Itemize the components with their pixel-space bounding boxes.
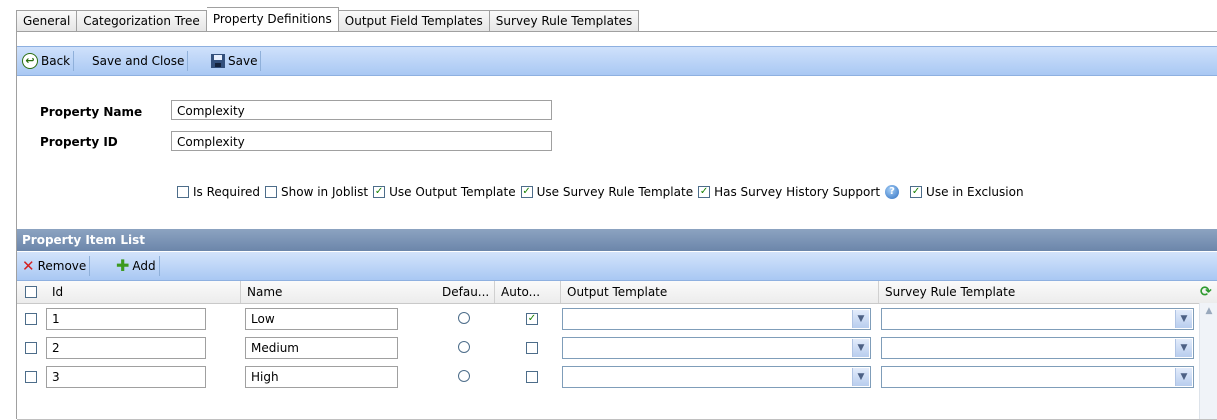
use-in-exclusion-option[interactable]: ✓ Use in Exclusion: [910, 185, 1024, 199]
use-survey-rule-template-label: Use Survey Rule Template: [536, 185, 694, 199]
remove-label: Remove: [37, 259, 87, 273]
row-auto-checkbox[interactable]: [526, 342, 538, 354]
chevron-down-icon: ▼: [852, 368, 869, 386]
show-in-joblist-label: Show in Joblist: [281, 185, 369, 199]
row-name-input[interactable]: High: [245, 366, 398, 388]
floppy-disk-icon: [211, 54, 225, 68]
column-header-id[interactable]: Id: [46, 281, 240, 303]
add-button[interactable]: ✚ Add: [113, 256, 160, 276]
row-id-input[interactable]: 3: [46, 366, 206, 388]
chevron-down-icon: ▼: [1175, 339, 1192, 357]
row-output-template-select[interactable]: ▼: [562, 337, 871, 359]
use-output-template-checkbox[interactable]: ✓: [373, 186, 386, 198]
show-in-joblist-checkbox[interactable]: [265, 186, 278, 198]
tab-survey-rule-templates[interactable]: Survey Rule Templates: [489, 10, 640, 32]
row-auto-checkbox[interactable]: [526, 371, 538, 383]
use-survey-rule-template-checkbox[interactable]: ✓: [520, 186, 533, 198]
back-label: Back: [41, 54, 71, 68]
table-row: 2 Medium ▼ ▼: [17, 334, 1197, 362]
chevron-down-icon: ▼: [1175, 310, 1192, 328]
column-header-default[interactable]: Defau...: [436, 281, 494, 303]
row-name-input[interactable]: Medium: [245, 337, 398, 359]
row-output-template-select[interactable]: ▼: [562, 308, 871, 330]
tab-property-definitions[interactable]: Property Definitions: [206, 7, 339, 32]
chevron-down-icon: ▼: [852, 310, 869, 328]
is-required-option[interactable]: Is Required: [177, 185, 260, 199]
is-required-checkbox[interactable]: [177, 186, 189, 198]
row-default-radio[interactable]: [458, 312, 470, 324]
row-select-checkbox[interactable]: [25, 313, 37, 325]
remove-button[interactable]: ✕ Remove: [19, 256, 91, 276]
tab-general[interactable]: General: [16, 10, 78, 32]
tab-output-field-templates[interactable]: Output Field Templates: [338, 10, 490, 32]
add-plus-icon: ✚: [116, 256, 130, 275]
row-select-checkbox[interactable]: [25, 342, 37, 354]
save-button[interactable]: Save: [208, 51, 262, 71]
row-survey-rule-template-select[interactable]: ▼: [881, 366, 1194, 388]
row-survey-rule-template-select[interactable]: ▼: [881, 337, 1194, 359]
row-survey-rule-template-select[interactable]: ▼: [881, 308, 1194, 330]
tab-categorization-tree[interactable]: Categorization Tree: [77, 10, 207, 32]
row-name-input[interactable]: Low: [245, 308, 398, 330]
has-survey-history-support-option[interactable]: ✓ Has Survey History Support ?: [698, 185, 905, 199]
save-and-close-label: Save and Close: [92, 54, 185, 68]
column-header-output-template[interactable]: Output Template: [560, 281, 879, 303]
item-list-toolbar: ✕ Remove ✚ Add: [17, 252, 1217, 281]
use-survey-rule-template-option[interactable]: ✓ Use Survey Rule Template: [520, 185, 694, 199]
chevron-down-icon: ▼: [1175, 368, 1192, 386]
back-arrow-icon: ↩: [22, 53, 38, 69]
use-output-template-label: Use Output Template: [389, 185, 516, 199]
chevron-down-icon: ▼: [852, 339, 869, 357]
property-item-list-header: Property Item List: [17, 229, 1217, 251]
table-row: 3 High ▼ ▼: [17, 363, 1197, 391]
refresh-icon[interactable]: ⟳: [1200, 284, 1212, 300]
use-output-template-option[interactable]: ✓ Use Output Template: [373, 185, 516, 199]
property-id-input[interactable]: Complexity: [171, 131, 552, 151]
help-icon[interactable]: ?: [885, 185, 900, 199]
save-label: Save: [228, 54, 258, 68]
property-name-label: Property Name: [40, 105, 143, 119]
property-item-grid: Id Name Defau... Auto... Output Template…: [17, 281, 1217, 420]
row-select-checkbox[interactable]: [25, 371, 37, 383]
grid-header-row: Id Name Defau... Auto... Output Template…: [17, 281, 1217, 304]
has-survey-history-support-checkbox[interactable]: ✓: [698, 186, 711, 198]
show-in-joblist-option[interactable]: Show in Joblist: [265, 185, 368, 199]
row-default-radio[interactable]: [458, 370, 470, 382]
main-toolbar: ↩ Back Save and Close Save: [17, 46, 1217, 76]
tab-strip: General Categorization Tree Property Def…: [16, 7, 640, 32]
row-auto-checkbox[interactable]: ✓: [526, 313, 538, 325]
row-default-radio[interactable]: [458, 341, 470, 353]
select-all-checkbox[interactable]: [25, 286, 37, 298]
has-survey-history-support-label: Has Survey History Support: [714, 185, 881, 199]
row-output-template-select[interactable]: ▼: [562, 366, 871, 388]
column-header-auto[interactable]: Auto...: [494, 281, 550, 303]
column-header-survey-rule-template[interactable]: Survey Rule Template: [878, 281, 1199, 303]
use-in-exclusion-checkbox[interactable]: ✓: [910, 186, 923, 198]
property-definition-panel: ↩ Back Save and Close Save Property Name…: [16, 32, 1217, 420]
property-name-input[interactable]: Complexity: [171, 100, 552, 120]
column-header-name[interactable]: Name: [240, 281, 437, 303]
save-and-close-button[interactable]: Save and Close: [89, 51, 189, 71]
add-label: Add: [132, 259, 156, 273]
is-required-label: Is Required: [193, 185, 261, 199]
property-options: Is Required Show in Joblist ✓ Use Output…: [177, 185, 1029, 199]
use-in-exclusion-label: Use in Exclusion: [926, 185, 1024, 199]
remove-x-icon: ✕: [22, 257, 35, 275]
table-row: 1 Low ✓ ▼ ▼: [17, 305, 1197, 333]
row-id-input[interactable]: 1: [46, 308, 206, 330]
back-button[interactable]: ↩ Back: [19, 51, 75, 71]
row-id-input[interactable]: 2: [46, 337, 206, 359]
property-id-label: Property ID: [40, 135, 118, 149]
scroll-up-icon[interactable]: ▲: [1201, 303, 1217, 319]
grid-vertical-scrollbar[interactable]: ▲: [1199, 303, 1217, 419]
